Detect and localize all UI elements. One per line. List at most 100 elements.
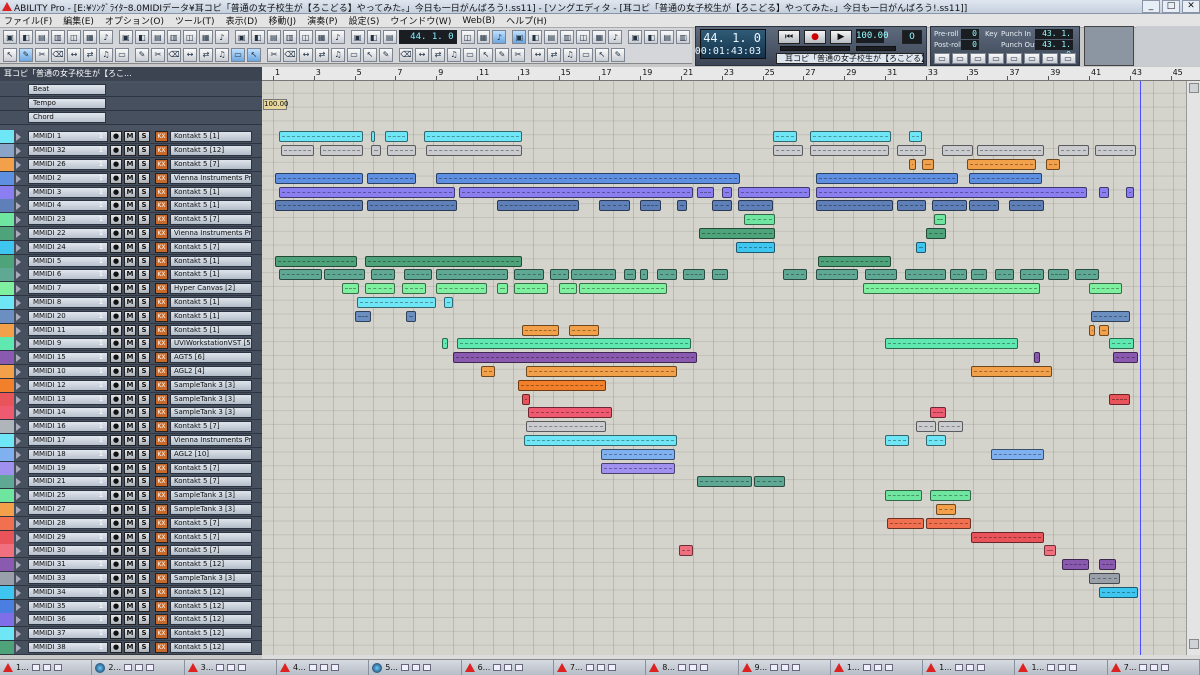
midi-clip[interactable] [815, 269, 859, 281]
maximize-icon[interactable] [1150, 664, 1159, 671]
expand-arrow-icon[interactable] [16, 450, 21, 459]
menu-item-0[interactable]: ファイル(F) [4, 14, 52, 27]
midi-clip[interactable] [521, 393, 531, 405]
solo-button[interactable]: S [138, 186, 150, 198]
instrument-icon[interactable]: KX [155, 214, 168, 226]
midi-clip[interactable] [387, 145, 416, 157]
instrument-icon[interactable]: KX [155, 559, 168, 571]
restore-icon[interactable] [493, 664, 502, 671]
track-row[interactable]: MMIDI 37 1 ● M S KX Kontakt 5 [12] [0, 627, 262, 642]
solo-button[interactable]: S [138, 559, 150, 571]
solo-button[interactable]: S [138, 545, 150, 557]
midi-clip[interactable] [1009, 200, 1045, 212]
mute-button[interactable]: M [124, 559, 136, 571]
mute-button[interactable]: M [124, 352, 136, 364]
track-row[interactable]: MMIDI 10 1 ● M S KX AGL2 [4] [0, 365, 262, 379]
mute-button[interactable]: M [124, 421, 136, 433]
mute-button[interactable]: M [124, 131, 136, 143]
expand-arrow-icon[interactable] [16, 161, 21, 169]
restore-icon[interactable] [585, 664, 594, 671]
track-row[interactable]: MMIDI 14 1 ● M S KX SampleTank 3 [3] [0, 406, 262, 421]
mute-button[interactable]: M [124, 407, 136, 419]
measure-ruler[interactable]: 1 3 5 7 9 11 13 15 17 19 21 23 25 27 29 31 33 35 37 39 41 43 4… [262, 67, 1200, 81]
instrument-icon[interactable]: KX [155, 448, 168, 460]
menu-item-2[interactable]: オプション(O) [105, 14, 164, 27]
midi-clip[interactable] [676, 200, 688, 212]
midi-clip[interactable] [319, 145, 363, 157]
track-row[interactable]: MMIDI 38 1 ● M S KX Kontakt 5 [12] [0, 641, 262, 655]
instrument-icon[interactable]: KX [155, 352, 168, 364]
record-arm-button[interactable]: ● [110, 228, 122, 239]
toolbar-button-icon[interactable]: ▣ [234, 30, 249, 44]
instrument-icon[interactable]: KX [155, 145, 168, 157]
midi-clip[interactable] [401, 283, 426, 295]
midi-clip[interactable] [599, 200, 630, 212]
track-device[interactable]: Kontakt 5 [12] [170, 628, 252, 640]
midi-clip[interactable] [1033, 352, 1041, 364]
global-track-row[interactable]: Chord [0, 110, 262, 125]
solo-button[interactable]: S [138, 214, 150, 226]
toolbar-button-icon[interactable]: ♪ [98, 30, 113, 44]
midi-clip[interactable] [968, 200, 1000, 212]
mute-button[interactable]: M [124, 462, 136, 474]
maximize-icon[interactable] [135, 664, 144, 671]
midi-clip[interactable] [444, 297, 453, 308]
midi-clip[interactable] [525, 366, 677, 377]
toolbar-button-icon[interactable]: ◧ [250, 30, 265, 44]
instrument-icon[interactable]: KX [155, 421, 168, 433]
expand-arrow-icon[interactable] [16, 147, 21, 156]
maximize-icon[interactable] [319, 664, 328, 671]
expand-arrow-icon[interactable] [16, 464, 21, 473]
track-row[interactable]: MMIDI 16 1 ● M S KX Kontakt 5 [7] [0, 420, 262, 435]
toolbar-button-icon[interactable]: ▦ [82, 30, 97, 44]
toolbar-button-icon[interactable]: ▣ [628, 30, 643, 44]
taskbar-button[interactable]: 6... [462, 660, 554, 675]
taskbar-button[interactable]: 7... [1108, 660, 1200, 675]
midi-clip[interactable] [281, 145, 314, 157]
midi-clip[interactable] [354, 310, 371, 322]
maximize-icon[interactable] [965, 664, 974, 671]
toolbar-tool-icon[interactable]: ✂ [151, 47, 165, 62]
toolbar-button-icon[interactable]: ◫ [66, 30, 81, 44]
track-device[interactable]: Kontakt 5 [7] [170, 517, 252, 529]
toolbar-button-icon[interactable]: ▤ [34, 30, 49, 44]
toolbar-tool-icon[interactable]: ▭ [463, 47, 477, 62]
instrument-icon[interactable]: KX [155, 531, 168, 543]
expand-arrow-icon[interactable] [16, 395, 21, 404]
tempo-slider[interactable] [856, 46, 896, 51]
track-row[interactable]: MMIDI 36 1 ● M S KX Kontakt 5 [12] [0, 613, 262, 628]
track-row[interactable]: MMIDI 5 1 ● M S KX Kontakt 5 [1] [0, 254, 262, 269]
record-arm-button[interactable]: ● [110, 241, 122, 253]
restore-icon[interactable] [677, 664, 686, 671]
record-arm-button[interactable]: ● [110, 145, 122, 157]
close-icon[interactable] [53, 664, 62, 671]
mute-button[interactable]: M [124, 159, 136, 170]
global-track-row[interactable]: Beat [0, 83, 262, 97]
toolbar-tool-icon[interactable]: ↖ [479, 47, 493, 62]
solo-button[interactable]: S [138, 269, 150, 281]
expand-arrow-icon[interactable] [16, 602, 21, 611]
punch-in-value[interactable]: 43. 1. 0 [1035, 29, 1073, 48]
track-device[interactable]: SampleTank 3 [3] [170, 490, 252, 502]
track-row[interactable]: MMIDI 221●MSKXVienna Instruments Pro... [0, 227, 262, 241]
midi-clip[interactable] [513, 269, 545, 281]
toolbar-button-icon[interactable]: ▤ [266, 30, 281, 44]
midi-clip[interactable] [968, 172, 1043, 184]
record-arm-button[interactable]: ● [110, 172, 122, 184]
solo-button[interactable]: S [138, 310, 150, 322]
mute-button[interactable]: M [124, 448, 136, 460]
midi-clip[interactable] [640, 269, 649, 281]
toolbar-tool-icon[interactable]: ⇄ [547, 47, 561, 62]
solo-button[interactable]: S [138, 131, 150, 143]
punch-tool-icon[interactable]: ▭ [1042, 53, 1058, 64]
solo-button[interactable]: S [138, 379, 150, 391]
track-list-header[interactable]: 耳コピ「普通の女子校生が【ろこ... [0, 67, 262, 81]
close-icon[interactable] [146, 664, 155, 671]
instrument-icon[interactable]: KX [155, 435, 168, 446]
midi-clip[interactable] [640, 200, 661, 212]
midi-clip[interactable] [1091, 310, 1130, 322]
track-row[interactable]: MMIDI 31 1 ● M S KX Kontakt 5 [12] [0, 558, 262, 573]
menu-item-4[interactable]: 表示(D) [226, 14, 258, 27]
solo-button[interactable]: S [138, 145, 150, 157]
record-arm-button[interactable]: ● [110, 614, 122, 626]
